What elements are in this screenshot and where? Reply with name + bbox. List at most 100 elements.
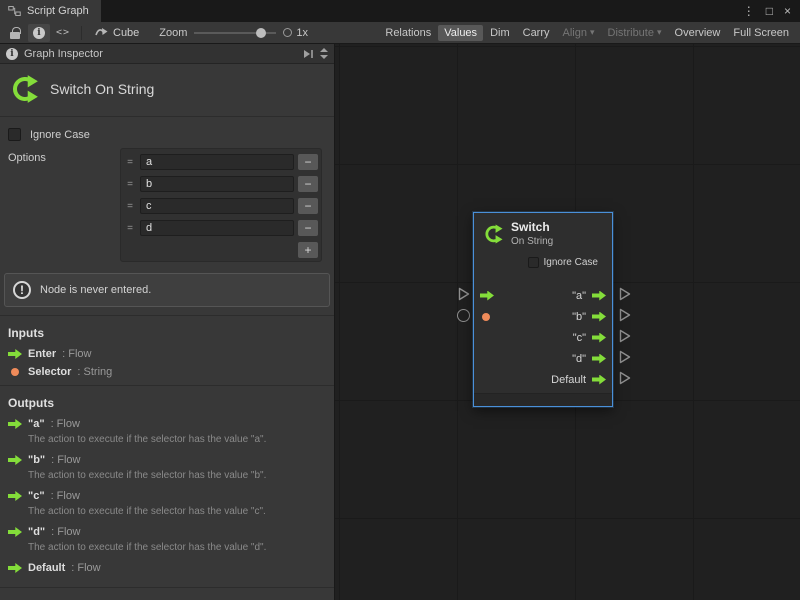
enter-flow-port[interactable] xyxy=(480,291,494,301)
port-type: : Flow xyxy=(51,490,80,502)
node-footer xyxy=(474,393,612,406)
drag-handle-icon[interactable]: = xyxy=(124,157,136,168)
option-input-2[interactable] xyxy=(140,198,294,214)
code-icon: <> xyxy=(56,27,70,38)
input-selector: Selector : String xyxy=(0,363,334,381)
port-label-default: Default xyxy=(551,374,586,386)
flow-port-icon xyxy=(8,491,22,501)
tab-label: Script Graph xyxy=(27,5,89,17)
output-c-port[interactable] xyxy=(592,333,606,343)
remove-option-button[interactable]: − xyxy=(298,154,318,170)
graph-canvas[interactable]: Switch On String Ignore Case "a" xyxy=(335,44,800,600)
inspect-toggle-button[interactable]: i xyxy=(28,24,50,42)
port-name: Selector xyxy=(28,366,71,378)
info-icon: i xyxy=(33,27,45,39)
port-name: "a" xyxy=(28,418,45,430)
lock-icon xyxy=(10,32,20,39)
node-ports: "a" "b" "c" "d" xyxy=(474,277,612,393)
port-type: : Flow xyxy=(51,526,80,538)
zoom-slider-handle[interactable] xyxy=(256,28,266,38)
graph-toolbar: i <> Cube Zoom 1x Relations Values Dim C… xyxy=(0,22,800,44)
ignore-case-checkbox[interactable] xyxy=(8,128,21,141)
port-row-b: "b" xyxy=(474,306,612,327)
unit-title-row: Switch On String xyxy=(0,64,334,112)
main-area: i Graph Inspector Switch On String xyxy=(0,44,800,600)
output-c-connector[interactable] xyxy=(619,329,631,343)
overview-button[interactable]: Overview xyxy=(669,25,727,41)
option-input-1[interactable] xyxy=(140,176,294,192)
tab-script-graph[interactable]: Script Graph xyxy=(0,0,101,22)
node-ignore-case-checkbox[interactable] xyxy=(528,257,539,268)
add-option-button[interactable]: + xyxy=(298,242,318,258)
inputs-header: Inputs xyxy=(0,320,334,345)
relations-button[interactable]: Relations xyxy=(379,25,437,41)
remove-option-button[interactable]: − xyxy=(298,220,318,236)
selector-string-port[interactable] xyxy=(482,313,490,321)
output-a-port[interactable] xyxy=(592,291,606,301)
output-c-entry: "c" : Flow xyxy=(0,487,334,505)
option-item: = − xyxy=(124,217,318,239)
window-menu-button[interactable]: ⋮ xyxy=(743,5,755,17)
option-add-row: + xyxy=(124,239,318,258)
zoom-reset-icon xyxy=(283,28,292,37)
port-label-c: "c" xyxy=(573,332,586,344)
option-input-3[interactable] xyxy=(140,220,294,236)
distribute-dropdown[interactable]: Distribute ▾ xyxy=(602,25,668,41)
enter-port-connector[interactable] xyxy=(458,287,470,301)
code-view-button[interactable]: <> xyxy=(52,24,74,42)
zoom-slider[interactable] xyxy=(194,27,276,39)
port-name: "b" xyxy=(28,454,45,466)
selector-port-connector[interactable] xyxy=(457,309,470,322)
drag-handle-icon[interactable]: = xyxy=(124,179,136,190)
drag-handle-icon[interactable]: = xyxy=(124,201,136,212)
unit-title: Switch On String xyxy=(50,81,154,97)
port-row-default: Default xyxy=(474,369,612,390)
graph-target-selector[interactable]: Cube xyxy=(89,27,145,39)
node-title: Switch xyxy=(511,220,553,234)
port-description: The action to execute if the selector ha… xyxy=(0,433,334,451)
remove-option-button[interactable]: − xyxy=(298,176,318,192)
output-a-entry: "a" : Flow xyxy=(0,415,334,433)
output-b-connector[interactable] xyxy=(619,308,631,322)
flow-port-icon xyxy=(8,455,22,465)
align-dropdown[interactable]: Align ▾ xyxy=(557,25,601,41)
zoom-reset-button[interactable]: 1x xyxy=(283,27,308,39)
window-maximize-button[interactable]: □ xyxy=(766,5,773,17)
switch-icon xyxy=(8,73,40,105)
option-input-0[interactable] xyxy=(140,154,294,170)
inspector-header-label: Graph Inspector xyxy=(24,48,103,60)
port-description: The action to execute if the selector ha… xyxy=(0,541,334,559)
port-label-b: "b" xyxy=(572,311,586,323)
script-graph-icon xyxy=(8,5,21,17)
values-button[interactable]: Values xyxy=(438,25,483,41)
window-close-button[interactable]: × xyxy=(784,5,791,17)
output-default-connector[interactable] xyxy=(619,371,631,385)
output-b-port[interactable] xyxy=(592,312,606,322)
graph-inspector-panel: i Graph Inspector Switch On String xyxy=(0,44,335,600)
dock-panel-button[interactable] xyxy=(303,49,314,59)
switch-on-string-node[interactable]: Switch On String Ignore Case "a" xyxy=(473,212,613,407)
outputs-header: Outputs xyxy=(0,390,334,415)
output-default-port[interactable] xyxy=(592,375,606,385)
carry-button[interactable]: Carry xyxy=(517,25,556,41)
window-tab-bar: Script Graph ⋮ □ × xyxy=(0,0,800,22)
drag-handle-icon[interactable]: = xyxy=(124,223,136,234)
port-name: Enter xyxy=(28,348,56,360)
port-type: : Flow xyxy=(71,562,100,574)
remove-option-button[interactable]: − xyxy=(298,198,318,214)
dim-button[interactable]: Dim xyxy=(484,25,516,41)
full-screen-button[interactable]: Full Screen xyxy=(727,25,795,41)
divider xyxy=(0,116,334,117)
input-enter: Enter : Flow xyxy=(0,345,334,363)
inspector-header-actions xyxy=(303,48,328,59)
output-d-connector[interactable] xyxy=(619,350,631,364)
script-machine-icon xyxy=(95,27,108,38)
lock-button[interactable] xyxy=(4,24,26,42)
script-graph-window: Script Graph ⋮ □ × i <> Cube Zoom xyxy=(0,0,800,600)
port-description: The action to execute if the selector ha… xyxy=(0,469,334,487)
node-titles: Switch On String xyxy=(511,220,553,247)
ignore-case-row: Ignore Case xyxy=(0,121,334,143)
panel-scroll-buttons[interactable] xyxy=(320,48,328,59)
output-d-port[interactable] xyxy=(592,354,606,364)
output-a-connector[interactable] xyxy=(619,287,631,301)
